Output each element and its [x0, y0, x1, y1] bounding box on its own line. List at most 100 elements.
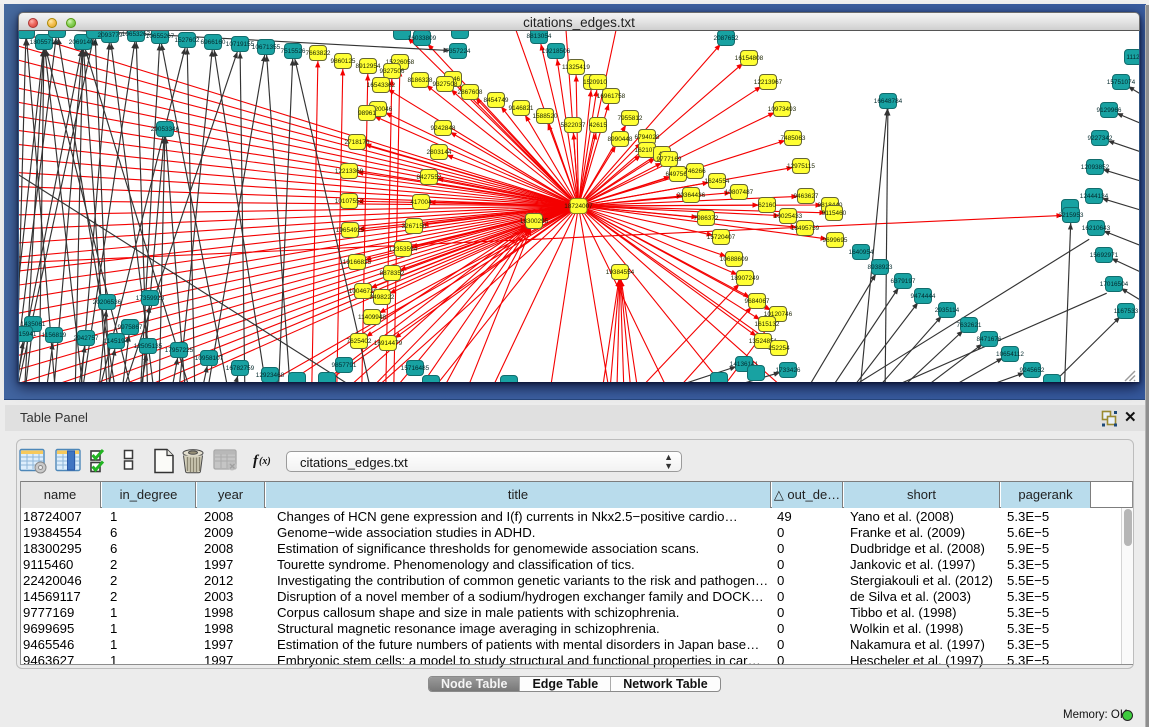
svg-text:16033809: 16033809	[408, 35, 437, 42]
svg-text:62160: 62160	[758, 202, 776, 209]
svg-text:1640954: 1640954	[849, 249, 874, 256]
svg-text:1156819: 1156819	[42, 332, 67, 339]
svg-text:(x): (x)	[259, 456, 271, 467]
svg-text:20364436: 20364436	[677, 192, 706, 199]
svg-text:20206536: 20206536	[93, 299, 122, 306]
svg-text:10654112: 10654112	[996, 351, 1024, 358]
svg-text:15692971: 15692971	[1090, 252, 1119, 259]
svg-text:1733426: 1733426	[776, 367, 801, 374]
svg-text:18907249: 18907249	[731, 275, 760, 282]
svg-text:10688609: 10688609	[720, 256, 749, 263]
svg-text:746266: 746266	[684, 168, 706, 175]
svg-text:10107552: 10107552	[335, 198, 364, 205]
svg-text:7515526: 7515526	[281, 48, 306, 55]
svg-text:7955812: 7955812	[618, 115, 643, 122]
svg-text:1145194: 1145194	[104, 338, 129, 345]
svg-text:16961758: 16961758	[597, 93, 626, 100]
svg-text:8813054: 8813054	[527, 33, 552, 40]
svg-text:1167533: 1167533	[1114, 308, 1139, 315]
svg-text:5822037: 5822037	[561, 122, 586, 129]
svg-text:20910: 20910	[589, 79, 607, 86]
svg-text:9227342: 9227342	[1088, 135, 1113, 142]
svg-text:6794028: 6794028	[635, 134, 660, 141]
svg-text:7485063: 7485063	[781, 135, 806, 142]
svg-text:8471676: 8471676	[977, 336, 1002, 343]
svg-text:7986372: 7986372	[694, 215, 719, 222]
svg-text:10671355: 10671355	[252, 44, 281, 51]
svg-text:7663822: 7663822	[306, 50, 331, 57]
svg-text:9146821: 9146821	[509, 105, 534, 112]
svg-text:2942757: 2942757	[74, 335, 99, 342]
svg-text:18300295: 18300295	[520, 218, 549, 225]
svg-text:8912954: 8912954	[356, 63, 381, 70]
svg-text:8878352: 8878352	[380, 270, 405, 277]
svg-text:6966160: 6966160	[201, 39, 226, 46]
svg-text:42615: 42615	[589, 122, 607, 129]
svg-text:20691406: 20691406	[69, 39, 98, 46]
svg-text:19166825: 19166825	[343, 259, 372, 266]
svg-text:11409948: 11409948	[358, 314, 386, 321]
svg-text:9327506: 9327506	[380, 68, 405, 75]
svg-text:16154808: 16154808	[735, 55, 764, 62]
svg-text:12213967: 12213967	[754, 79, 783, 86]
svg-text:417004: 417004	[410, 199, 432, 206]
svg-text:18055713: 18055713	[30, 39, 59, 46]
svg-text:8938923: 8938923	[868, 264, 893, 271]
svg-text:9474444: 9474444	[911, 293, 936, 300]
svg-text:9245652: 9245652	[1020, 367, 1045, 374]
svg-text:16782759: 16782759	[226, 365, 255, 372]
svg-text:19218506: 19218506	[542, 48, 571, 55]
svg-text:7625402: 7625402	[347, 338, 372, 345]
svg-text:7357224: 7357224	[446, 48, 471, 55]
svg-text:17957225: 17957225	[165, 347, 194, 354]
svg-text:98961: 98961	[358, 110, 376, 117]
svg-text:9242848: 9242848	[431, 125, 456, 132]
svg-text:2867608: 2867608	[458, 89, 483, 96]
svg-text:9327508: 9327508	[433, 81, 458, 88]
svg-text:2803144: 2803144	[427, 149, 452, 156]
svg-text:1588520: 1588520	[533, 113, 558, 120]
svg-text:2718176: 2718176	[345, 139, 370, 146]
svg-text:7632621: 7632621	[957, 322, 982, 329]
svg-text:8990448: 8990448	[608, 136, 633, 143]
svg-text:17359928: 17359928	[136, 295, 165, 302]
svg-text:3267150: 3267150	[402, 223, 427, 230]
svg-text:9777169: 9777169	[657, 156, 682, 163]
svg-text:10958107: 10958107	[195, 355, 224, 362]
svg-text:11325419: 11325419	[562, 64, 590, 71]
svg-text:16543362: 16543362	[367, 82, 396, 89]
svg-text:16648784: 16648784	[874, 98, 903, 105]
svg-text:15716485: 15716485	[401, 365, 430, 372]
svg-text:18724007: 18724007	[564, 203, 593, 210]
svg-text:12975115: 12975115	[787, 163, 815, 170]
svg-text:12505135: 12505135	[134, 343, 163, 350]
svg-text:10807487: 10807487	[725, 189, 754, 196]
svg-text:16914479: 16914479	[374, 340, 403, 347]
svg-text:9684067: 9684067	[745, 298, 770, 305]
svg-text:9699695: 9699695	[823, 237, 848, 244]
svg-text:17016504: 17016504	[1100, 281, 1129, 288]
svg-text:10719155: 10719155	[226, 41, 255, 48]
svg-text:29053346: 29053346	[151, 126, 180, 133]
svg-text:2093779: 2093779	[98, 32, 123, 39]
svg-text:2087652: 2087652	[714, 35, 739, 42]
svg-text:9129966: 9129966	[1097, 107, 1122, 114]
svg-text:12093852: 12093852	[1081, 164, 1110, 171]
svg-text:9115460: 9115460	[822, 210, 847, 217]
svg-text:10973493: 10973493	[768, 106, 797, 113]
svg-text:9857791: 9857791	[332, 362, 357, 369]
svg-text:16210643: 16210643	[1082, 225, 1111, 232]
svg-text:1527602: 1527602	[175, 37, 200, 44]
svg-text:1615132: 1615132	[755, 321, 780, 328]
svg-text:10655267: 10655267	[146, 33, 175, 40]
svg-text:12213369: 12213369	[335, 168, 364, 175]
svg-text:18495759: 18495759	[791, 225, 820, 232]
svg-text:6379197: 6379197	[891, 278, 916, 285]
svg-text:9860125: 9860125	[331, 58, 356, 65]
svg-text:19654925: 19654925	[336, 227, 365, 234]
svg-text:3498222: 3498222	[370, 294, 395, 301]
svg-text:8427552: 8427552	[417, 174, 442, 181]
svg-text:252254: 252254	[768, 345, 790, 352]
svg-text:15720407: 15720407	[707, 234, 736, 241]
svg-text:2935114: 2935114	[935, 307, 960, 314]
